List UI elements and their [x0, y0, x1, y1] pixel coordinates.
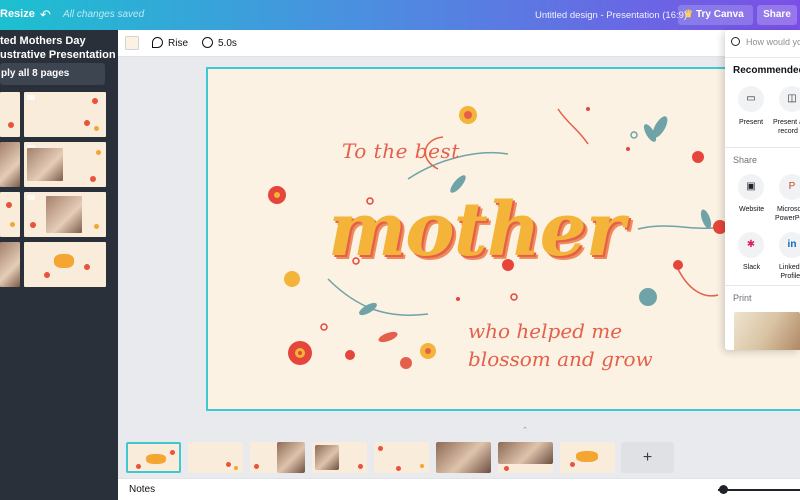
template-title-line-1: ted Mothers Day — [0, 35, 86, 47]
top-bar: Resize ↶ All changes saved Untitled desi… — [0, 0, 800, 40]
divider — [725, 147, 800, 148]
page-filmstrip: + — [118, 434, 800, 478]
try-pro-button[interactable]: ♛Try Canva Pro — [678, 5, 753, 40]
linkedin-icon[interactable]: in — [779, 232, 800, 258]
search-icon — [731, 37, 740, 46]
crown-icon: ♛ — [684, 9, 693, 20]
template-thumbnail[interactable] — [0, 242, 20, 287]
animation-icon — [152, 37, 163, 48]
website-icon[interactable]: ▣ — [738, 174, 764, 200]
template-thumbnail[interactable] — [0, 92, 20, 137]
page-thumbnail[interactable] — [436, 442, 491, 473]
slide-headline[interactable]: mother — [328, 187, 625, 273]
bottom-bar: Notes — [118, 478, 800, 500]
present-label: Present — [739, 119, 764, 126]
template-thumbnail[interactable] — [24, 92, 106, 137]
page-thumbnail[interactable] — [312, 442, 367, 473]
notes-button[interactable]: Notes — [129, 484, 155, 495]
template-thumbnail[interactable] — [24, 142, 106, 187]
share-heading: Share — [733, 155, 758, 165]
slide-text-line-2a: who helped me — [468, 319, 623, 343]
powerpoint-label-1: Microso — [776, 206, 800, 213]
apply-all-pages-button[interactable]: ply all 8 pages — [0, 63, 105, 85]
template-title-line-2: ustrative Presentation — [0, 49, 116, 61]
share-search[interactable]: How would you — [731, 37, 800, 47]
divider — [725, 285, 800, 286]
canvas-area: To the best mother who helped me blossom… — [118, 57, 800, 430]
linkedin-label: LinkedI Profile — [779, 263, 800, 281]
page-thumbnail[interactable] — [250, 442, 305, 473]
slack-label: Slack — [743, 264, 761, 271]
duration-button[interactable]: 5.0s — [202, 37, 237, 49]
template-thumbnail[interactable] — [0, 192, 20, 237]
template-title: ted Mothers Day ustrative Presentation — [0, 34, 116, 62]
print-preview-image[interactable] — [734, 312, 800, 350]
divider — [725, 57, 800, 58]
powerpoint-label-2: PowerPo — [775, 215, 800, 222]
linkedin-label-1: LinkedI — [779, 264, 800, 271]
template-thumbnail[interactable] — [24, 192, 106, 237]
present-and-record-icon[interactable]: ◫ — [779, 86, 800, 112]
present-record-label: Present a record — [773, 118, 800, 136]
add-page-button[interactable]: + — [621, 442, 674, 473]
website-label: Website — [739, 206, 765, 213]
print-heading: Print — [733, 293, 752, 303]
slide-canvas[interactable]: To the best mother who helped me blossom… — [206, 67, 800, 411]
recommended-heading: Recommended — [733, 65, 800, 76]
slide-text-line-1[interactable]: To the best — [342, 139, 460, 163]
editor-toolbar: Rise 5.0s — [118, 30, 800, 57]
animation-label: Rise — [168, 38, 189, 49]
linkedin-label-2: Profile — [780, 273, 800, 280]
slide-text-line-2b: blossom and grow — [468, 347, 653, 371]
template-thumbnail[interactable] — [0, 142, 20, 187]
save-status: All changes saved — [63, 9, 145, 20]
resize-button[interactable]: Resize — [0, 8, 35, 20]
share-search-placeholder: How would you — [746, 37, 800, 47]
share-button[interactable]: Share — [757, 5, 797, 25]
template-thumbnail[interactable] — [24, 242, 106, 287]
page-thumbnail[interactable] — [126, 442, 181, 473]
present-icon[interactable]: ▭ — [738, 86, 764, 112]
page-thumbnail[interactable] — [560, 442, 615, 473]
duration-label: 5.0s — [218, 38, 237, 49]
zoom-slider-handle[interactable] — [719, 485, 728, 494]
expand-pages-toggle[interactable]: ⌃ — [510, 426, 540, 434]
document-title[interactable]: Untitled design - Presentation (16:9) — [535, 10, 687, 21]
zoom-slider-track[interactable] — [718, 489, 800, 491]
page-thumbnail[interactable] — [374, 442, 429, 473]
timer-icon — [202, 37, 213, 48]
present-record-label-2: record — [778, 128, 798, 135]
present-record-label-1: Present a — [773, 119, 800, 126]
template-panel: ted Mothers Day ustrative Presentation p… — [0, 30, 118, 500]
powerpoint-icon[interactable]: P — [779, 174, 800, 200]
slide-text-line-2[interactable]: who helped me blossom and grow — [468, 317, 653, 373]
animation-button[interactable]: Rise — [152, 37, 188, 49]
share-panel: How would you Recommended ▭ Present ◫ Pr… — [725, 30, 800, 350]
background-color-swatch[interactable] — [125, 36, 139, 50]
page-thumbnail[interactable] — [188, 442, 243, 473]
page-thumbnail[interactable] — [498, 442, 553, 473]
undo-icon[interactable]: ↶ — [40, 7, 51, 23]
powerpoint-label: Microso PowerPo — [775, 205, 800, 223]
slack-icon[interactable]: ✱ — [738, 232, 764, 258]
